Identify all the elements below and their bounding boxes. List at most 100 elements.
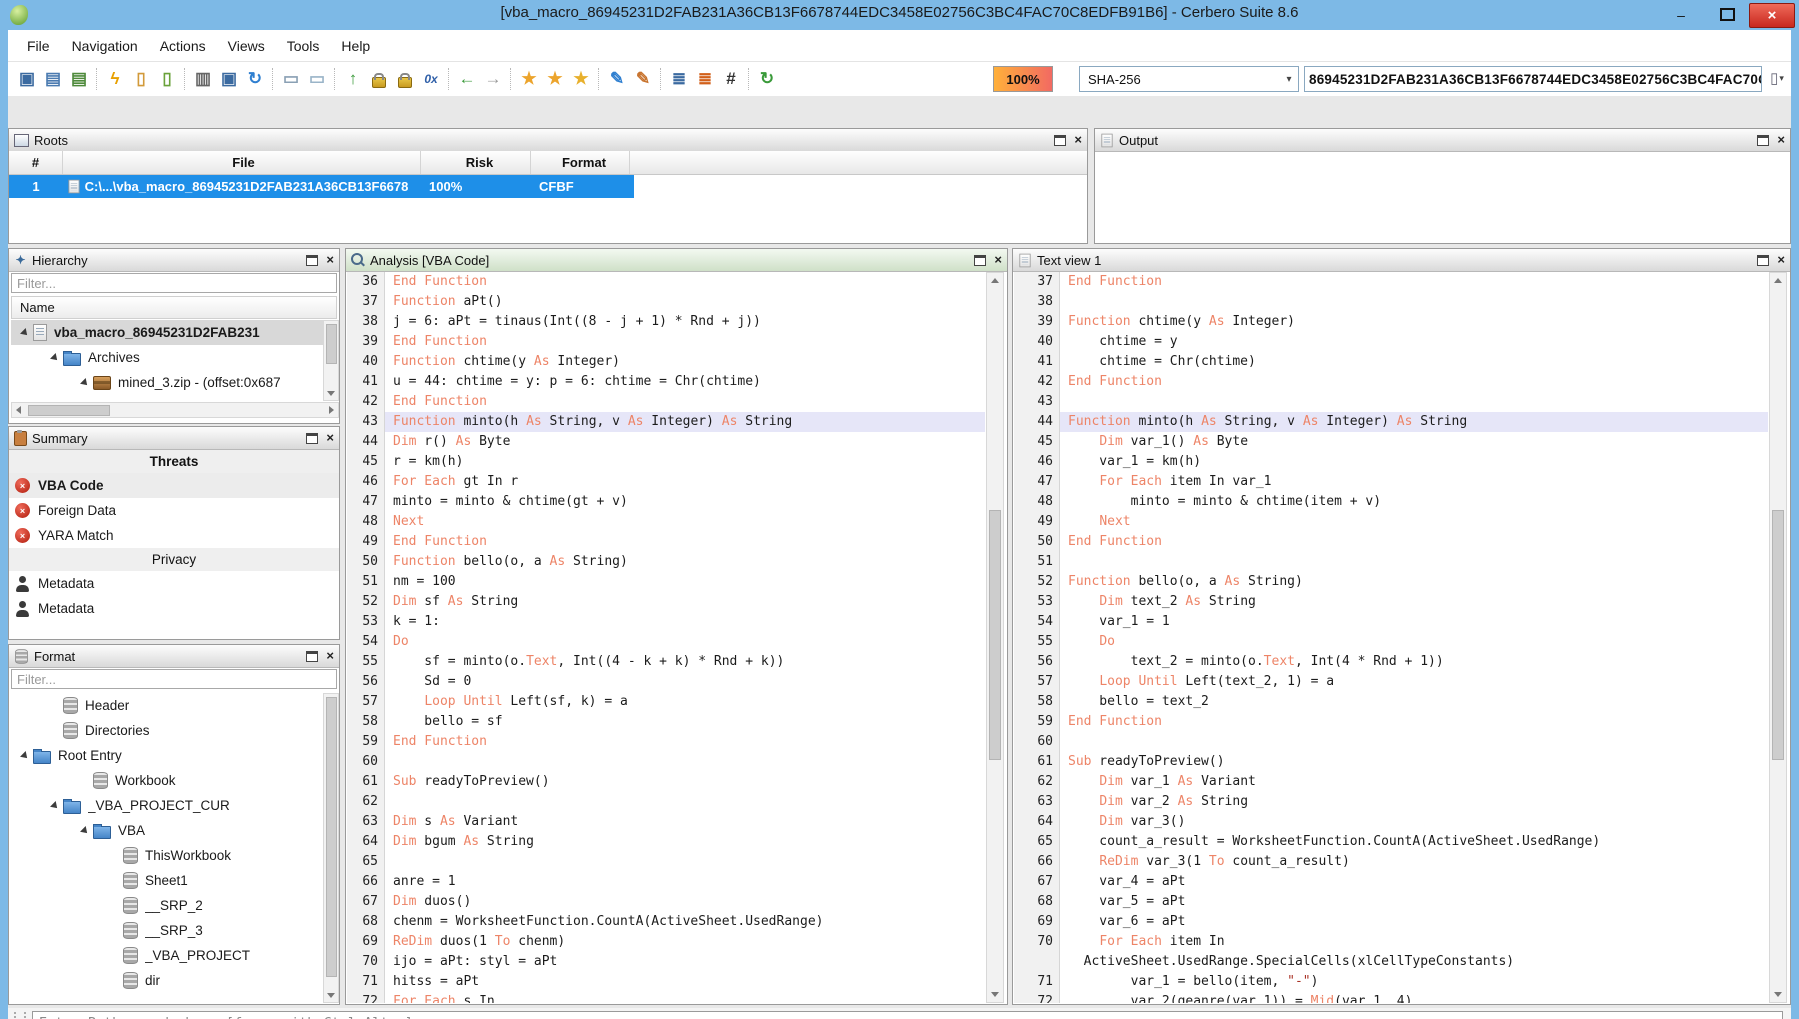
hierarchy-item-archives[interactable]: Archives xyxy=(11,345,337,370)
float-panel-button[interactable] xyxy=(1757,255,1769,266)
summary-item-metadata[interactable]: Metadata xyxy=(9,596,339,621)
menu-help[interactable]: Help xyxy=(330,34,381,58)
paste-special-icon[interactable]: ▤ xyxy=(66,66,92,92)
unlock-icon[interactable] xyxy=(366,66,392,92)
format-filter-input[interactable] xyxy=(11,669,337,689)
summary-item-metadata[interactable]: Metadata xyxy=(9,571,339,596)
scroll-down-icon[interactable] xyxy=(1774,992,1782,997)
scroll-right-icon[interactable] xyxy=(329,406,334,414)
format-item-srp-3[interactable]: __SRP_3 xyxy=(11,918,337,943)
scroll-up-icon[interactable] xyxy=(991,278,999,283)
scrollbar-thumb[interactable] xyxy=(1772,510,1784,760)
forward-icon[interactable]: → xyxy=(480,66,506,92)
close-panel-button[interactable]: × xyxy=(326,433,334,443)
edit-icon[interactable]: ✎ xyxy=(630,66,656,92)
close-panel-button[interactable]: × xyxy=(326,651,334,661)
summary-item-foreign-data[interactable]: ×Foreign Data xyxy=(9,498,339,523)
textview-code-editor[interactable]: 37End Function3839Function chtime(y As I… xyxy=(1014,272,1768,1003)
save-workspace-icon[interactable]: ▣ xyxy=(216,66,242,92)
maximize-button[interactable] xyxy=(1705,3,1749,26)
hierarchy-filter-input[interactable] xyxy=(11,273,337,293)
reload-icon[interactable]: ↻ xyxy=(242,66,268,92)
float-panel-button[interactable] xyxy=(974,255,986,266)
format-vertical-scrollbar[interactable] xyxy=(323,693,339,1003)
float-panel-button[interactable] xyxy=(1757,135,1769,146)
hash-value-field[interactable]: 86945231D2FAB231A36CB13F6678744EDC3458E0… xyxy=(1304,66,1762,92)
summary-item-yara-match[interactable]: ×YARA Match xyxy=(9,523,339,548)
lock-extract-icon[interactable] xyxy=(392,66,418,92)
bookmark-add-icon[interactable]: ★ xyxy=(568,66,594,92)
hex-search-icon[interactable]: 0x xyxy=(418,66,444,92)
float-panel-button[interactable] xyxy=(306,651,318,662)
scroll-down-icon[interactable] xyxy=(327,391,335,396)
expand-arrow-icon[interactable] xyxy=(80,378,90,388)
offset-icon[interactable]: # xyxy=(718,66,744,92)
close-panel-button[interactable]: × xyxy=(1777,255,1785,265)
float-panel-button[interactable] xyxy=(306,255,318,266)
hierarchy-item-vba-macro-86945231d2fab231[interactable]: vba_macro_86945231D2FAB231 xyxy=(11,320,337,345)
console-drag-handle[interactable] xyxy=(14,1012,26,1019)
format-item-thisworkbook[interactable]: ThisWorkbook xyxy=(11,843,337,868)
columns-blue-icon[interactable]: ≣ xyxy=(666,66,692,92)
refresh-icon[interactable]: ↻ xyxy=(754,66,780,92)
scrollbar-thumb[interactable] xyxy=(989,510,1001,760)
format-item-root-entry[interactable]: Root Entry xyxy=(11,743,337,768)
scroll-left-icon[interactable] xyxy=(16,406,21,414)
menu-file[interactable]: File xyxy=(16,34,61,58)
expand-arrow-icon[interactable] xyxy=(50,801,60,811)
hierarchy-name-column-header[interactable]: Name xyxy=(11,296,337,319)
menu-tools[interactable]: Tools xyxy=(276,34,331,58)
hierarchy-horizontal-scrollbar[interactable] xyxy=(11,402,339,418)
close-panel-button[interactable]: × xyxy=(326,255,334,265)
close-panel-button[interactable]: × xyxy=(1777,135,1785,145)
columns-orange-icon[interactable]: ≣ xyxy=(692,66,718,92)
extract-icon[interactable]: ↑ xyxy=(340,66,366,92)
roots-column-file[interactable]: File xyxy=(63,151,421,174)
hierarchy-vertical-scrollbar[interactable] xyxy=(323,320,339,401)
summary-item-vba-code[interactable]: ×VBA Code xyxy=(9,473,339,498)
copy-icon[interactable]: ▥ xyxy=(190,66,216,92)
analysis-code-editor[interactable]: 36End Function37Function aPt()38j = 6: a… xyxy=(347,272,985,1003)
scroll-up-icon[interactable] xyxy=(1774,278,1782,283)
format-item-vba-project[interactable]: _VBA_PROJECT xyxy=(11,943,337,968)
format-item-srp-2[interactable]: __SRP_2 xyxy=(11,893,337,918)
select-range-icon[interactable]: ▭ xyxy=(278,66,304,92)
quick-scan-icon[interactable]: ϟ xyxy=(102,66,128,92)
format-item-header[interactable]: Header xyxy=(11,693,337,718)
minimize-button[interactable]: – xyxy=(1659,3,1703,26)
format-item-workbook[interactable]: Workbook xyxy=(11,768,337,793)
menu-views[interactable]: Views xyxy=(217,34,276,58)
roots-table-row[interactable]: 1 C:\...\vba_macro_86945231D2FAB231A36CB… xyxy=(9,175,634,198)
format-item-dir[interactable]: dir xyxy=(11,968,337,993)
copy-hash-button[interactable]: ▯ ▾ xyxy=(1764,66,1790,90)
menu-navigation[interactable]: Navigation xyxy=(61,34,149,58)
format-item-vba[interactable]: VBA xyxy=(11,818,337,843)
scroll-down-icon[interactable] xyxy=(991,992,999,997)
analysis-vertical-scrollbar[interactable] xyxy=(986,272,1004,1003)
bookmark-web-icon[interactable]: ★ xyxy=(516,66,542,92)
expand-arrow-icon[interactable] xyxy=(80,826,90,836)
back-icon[interactable]: ← xyxy=(454,66,480,92)
save-icon[interactable]: ▣ xyxy=(14,66,40,92)
format-item-sheet1[interactable]: Sheet1 xyxy=(11,868,337,893)
hierarchy-item-mined-3-zip-offset-0x687[interactable]: mined_3.zip - (offset:0x687 xyxy=(11,370,337,395)
edit-web-icon[interactable]: ✎ xyxy=(604,66,630,92)
roots-column-format[interactable]: Format xyxy=(531,151,630,174)
new-file-icon[interactable]: ▯ xyxy=(128,66,154,92)
expand-arrow-icon[interactable] xyxy=(20,751,30,761)
close-panel-button[interactable]: × xyxy=(994,255,1002,265)
float-panel-button[interactable] xyxy=(306,433,318,444)
scrollbar-thumb[interactable] xyxy=(28,405,110,416)
scrollbar-thumb[interactable] xyxy=(326,324,337,364)
bookmark-icon[interactable]: ★ xyxy=(542,66,568,92)
close-button[interactable]: × xyxy=(1749,3,1795,28)
roots-column-num[interactable]: # xyxy=(9,151,63,174)
paste-icon[interactable]: ▤ xyxy=(40,66,66,92)
scroll-down-icon[interactable] xyxy=(327,993,335,998)
format-item-directories[interactable]: Directories xyxy=(11,718,337,743)
expand-arrow-icon[interactable] xyxy=(20,328,30,338)
expand-arrow-icon[interactable] xyxy=(50,353,60,363)
select-block-icon[interactable]: ▭ xyxy=(304,66,330,92)
python-console-input[interactable] xyxy=(32,1011,1783,1019)
close-panel-button[interactable]: × xyxy=(1074,135,1082,145)
